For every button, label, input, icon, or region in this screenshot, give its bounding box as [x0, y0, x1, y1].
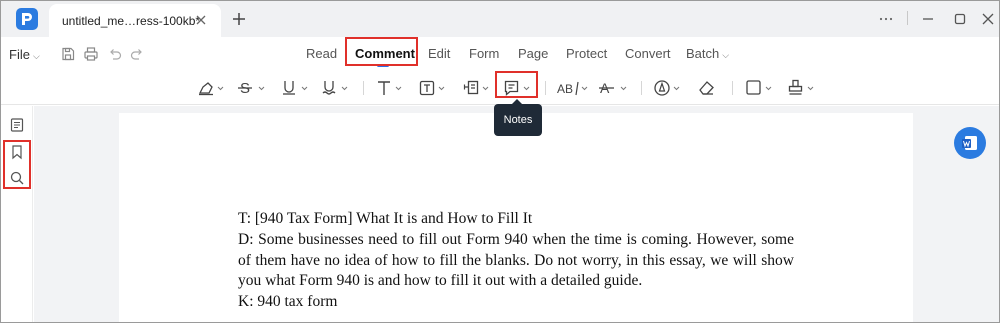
divider: [732, 81, 733, 95]
text-button[interactable]: [376, 79, 406, 97]
app-window: untitled_me…ress-100kb* File ⌵ Read Comme…: [0, 0, 1000, 323]
minimize-icon[interactable]: [919, 10, 937, 28]
tab-read[interactable]: Read: [306, 46, 337, 61]
callout-button[interactable]: [463, 79, 493, 97]
highlight-button[interactable]: [197, 79, 225, 97]
word-icon: [962, 136, 977, 150]
file-menu-label: File: [9, 47, 30, 62]
notes-tooltip: Notes: [494, 104, 542, 136]
close-window-icon[interactable]: [979, 10, 997, 28]
tab-title: untitled_me…ress-100kb*: [62, 14, 201, 28]
insert-text-button[interactable]: A: [599, 79, 631, 97]
thumbnails-icon[interactable]: [9, 117, 25, 133]
divider: [907, 11, 908, 25]
textbox-button[interactable]: [419, 79, 449, 97]
tab-protect[interactable]: Protect: [566, 46, 607, 61]
undo-icon[interactable]: [107, 46, 123, 62]
tab-page[interactable]: Page: [518, 46, 548, 61]
highlight-box: [3, 140, 31, 189]
divider: [363, 81, 364, 95]
menu-bar: File ⌵ Read Comment Edit Form Page Protec…: [1, 37, 999, 71]
divider: [545, 81, 546, 95]
save-icon[interactable]: [60, 46, 76, 62]
document-description-line: D: Some businesses need to fill out Form…: [238, 230, 794, 290]
side-panel: [1, 106, 33, 322]
maximize-icon[interactable]: [951, 10, 969, 28]
stamp-button[interactable]: [787, 79, 817, 97]
document-tab[interactable]: untitled_me…ress-100kb*: [49, 4, 221, 37]
app-logo: [16, 8, 38, 30]
tab-batch-label: Batch: [686, 46, 720, 61]
chevron-down-icon: ⌵: [722, 50, 730, 60]
pencil-button[interactable]: [653, 79, 685, 97]
chevron-down-icon: ⌵: [32, 51, 40, 61]
shape-button[interactable]: [745, 79, 775, 97]
redo-icon[interactable]: [129, 46, 145, 62]
divider: [641, 81, 642, 95]
comment-toolbar: S AB A: [1, 71, 999, 105]
strikethrough-button[interactable]: S: [237, 79, 267, 97]
tab-convert[interactable]: Convert: [625, 46, 671, 61]
document-keywords-line: K: 940 tax form: [238, 293, 338, 311]
replace-text-button[interactable]: AB: [557, 79, 591, 97]
squiggly-underline-button[interactable]: [321, 79, 351, 97]
document-text[interactable]: T: [940 Tax Form] What It is and How to …: [238, 209, 794, 313]
convert-to-word-button[interactable]: [954, 127, 986, 159]
print-icon[interactable]: [83, 46, 99, 62]
svg-text:AB: AB: [557, 82, 573, 96]
tab-edit[interactable]: Edit: [428, 46, 450, 61]
eraser-button[interactable]: [697, 79, 717, 97]
highlight-box: [495, 71, 538, 98]
more-icon[interactable]: [877, 10, 895, 28]
highlight-box: [345, 37, 418, 66]
underline-button[interactable]: [281, 79, 311, 97]
tab-batch[interactable]: Batch ⌵: [686, 46, 729, 61]
file-menu[interactable]: File ⌵: [9, 47, 40, 62]
plus-icon[interactable]: [230, 10, 248, 28]
title-bar: untitled_me…ress-100kb*: [1, 1, 999, 37]
tab-form[interactable]: Form: [469, 46, 499, 61]
close-icon[interactable]: [194, 13, 208, 27]
document-title-line: T: [940 Tax Form] What It is and How to …: [238, 210, 533, 227]
